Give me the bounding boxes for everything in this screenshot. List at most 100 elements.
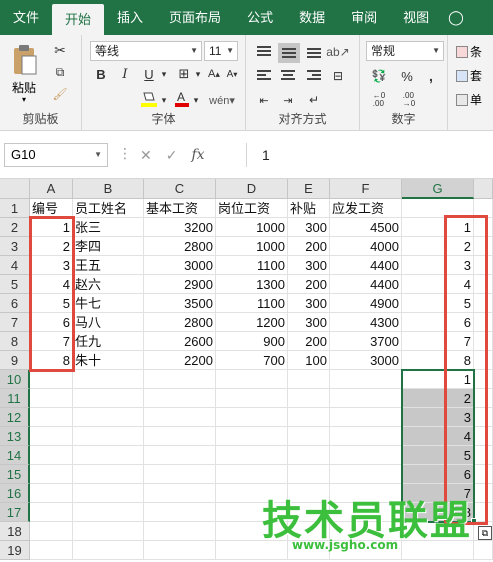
table-cell[interactable]: 4 <box>30 275 73 294</box>
align-middle-icon[interactable] <box>278 43 300 63</box>
header-cell-c[interactable]: 基本工资 <box>144 199 216 218</box>
header-cell-d[interactable]: 岗位工资 <box>216 199 288 218</box>
align-center-icon[interactable] <box>278 67 298 85</box>
g-column-cell[interactable]: 3 <box>402 256 474 275</box>
table-cell[interactable]: 300 <box>288 294 330 313</box>
table-cell[interactable]: 4000 <box>330 237 402 256</box>
bold-button[interactable]: B <box>92 65 110 83</box>
increase-indent-icon[interactable]: ⇥ <box>278 91 298 109</box>
table-cell[interactable]: 2800 <box>144 313 216 332</box>
table-cell[interactable]: 5 <box>30 294 73 313</box>
cell-b15[interactable] <box>73 465 144 484</box>
row-header-11[interactable]: 11 <box>0 389 30 408</box>
header-cell-a[interactable]: 编号 <box>30 199 73 218</box>
row-header-8[interactable]: 8 <box>0 332 30 351</box>
cell-b14[interactable] <box>73 446 144 465</box>
table-cell[interactable]: 300 <box>288 218 330 237</box>
table-cell[interactable]: 张三 <box>73 218 144 237</box>
cell-h10[interactable] <box>474 370 493 389</box>
cell-h3[interactable] <box>474 237 493 256</box>
tab-home[interactable]: 开始 <box>52 4 105 35</box>
cell-b11[interactable] <box>73 389 144 408</box>
row-header-1[interactable]: 1 <box>0 199 30 218</box>
paste-options-icon[interactable]: ⧉ <box>478 526 492 540</box>
table-cell[interactable]: 3000 <box>330 351 402 370</box>
wrap-text-icon[interactable]: ↵ <box>304 91 324 109</box>
cell-a18[interactable] <box>30 522 73 541</box>
cell-a14[interactable] <box>30 446 73 465</box>
cell-c14[interactable] <box>144 446 216 465</box>
cell-e10[interactable] <box>288 370 330 389</box>
orientation-icon[interactable]: ab↗ <box>326 43 349 61</box>
cell-c12[interactable] <box>144 408 216 427</box>
row-header-17[interactable]: 17 <box>0 503 30 522</box>
cell-e14[interactable] <box>288 446 330 465</box>
table-cell[interactable]: 牛七 <box>73 294 144 313</box>
g-column-cell[interactable]: 6 <box>402 313 474 332</box>
row-header-19[interactable]: 19 <box>0 541 30 560</box>
row-header-9[interactable]: 9 <box>0 351 30 370</box>
header-cell-b[interactable]: 员工姓名 <box>73 199 144 218</box>
cell-h6[interactable] <box>474 294 493 313</box>
align-left-icon[interactable] <box>254 67 274 85</box>
g-column-cell[interactable]: 7 <box>402 332 474 351</box>
cell-h12[interactable] <box>474 408 493 427</box>
cell-e15[interactable] <box>288 465 330 484</box>
tab-review[interactable]: 审阅 <box>338 0 390 35</box>
table-cell[interactable]: 3700 <box>330 332 402 351</box>
fill-color-icon[interactable] <box>138 89 160 109</box>
row-header-7[interactable]: 7 <box>0 313 30 332</box>
table-cell[interactable]: 4400 <box>330 275 402 294</box>
conditional-format-button[interactable]: 条 <box>456 43 482 60</box>
g-column-cell[interactable]: 2 <box>402 237 474 256</box>
copy-icon[interactable]: ⧉ <box>50 63 70 81</box>
cell-f12[interactable] <box>330 408 402 427</box>
cell-b18[interactable] <box>73 522 144 541</box>
table-cell[interactable]: 4500 <box>330 218 402 237</box>
cell-e11[interactable] <box>288 389 330 408</box>
font-name-select[interactable]: 等线 ▼ <box>90 41 202 61</box>
row-header-5[interactable]: 5 <box>0 275 30 294</box>
tab-view[interactable]: 视图 <box>390 0 442 35</box>
cell-h16[interactable] <box>474 484 493 503</box>
merge-center-icon[interactable]: ⊟ <box>328 67 348 85</box>
cell-a17[interactable] <box>30 503 73 522</box>
cell-f15[interactable] <box>330 465 402 484</box>
tab-formulas[interactable]: 公式 <box>234 0 286 35</box>
tab-insert[interactable]: 插入 <box>104 0 156 35</box>
fill-color-dropdown-icon[interactable]: ▾ <box>160 91 168 109</box>
table-cell[interactable]: 7 <box>30 332 73 351</box>
table-cell[interactable]: 2800 <box>144 237 216 256</box>
percent-icon[interactable]: % <box>398 67 416 85</box>
table-cell[interactable]: 1000 <box>216 218 288 237</box>
table-cell[interactable]: 200 <box>288 237 330 256</box>
cell-c17[interactable] <box>144 503 216 522</box>
table-cell[interactable]: 3 <box>30 256 73 275</box>
cell-h8[interactable] <box>474 332 493 351</box>
column-header-d[interactable]: D <box>216 179 288 199</box>
table-cell[interactable]: 赵六 <box>73 275 144 294</box>
column-header-a[interactable]: A <box>30 179 73 199</box>
g-column-cell[interactable]: 8 <box>402 351 474 370</box>
font-color-icon[interactable]: A <box>172 89 192 109</box>
column-header-b[interactable]: B <box>73 179 144 199</box>
row-header-4[interactable]: 4 <box>0 256 30 275</box>
g-column-cell[interactable]: 3 <box>402 408 474 427</box>
table-cell[interactable]: 任九 <box>73 332 144 351</box>
cell-h9[interactable] <box>474 351 493 370</box>
cell-h2[interactable] <box>474 218 493 237</box>
row-header-6[interactable]: 6 <box>0 294 30 313</box>
g-column-cell[interactable]: 4 <box>402 427 474 446</box>
currency-icon[interactable]: 💱 <box>368 67 390 85</box>
cell-a12[interactable] <box>30 408 73 427</box>
cell-f11[interactable] <box>330 389 402 408</box>
border-icon[interactable]: ⊞ <box>174 65 194 83</box>
cell-g1[interactable] <box>402 199 474 218</box>
lightbulb-icon[interactable]: ◯ <box>442 0 470 35</box>
cell-h13[interactable] <box>474 427 493 446</box>
cell-c18[interactable] <box>144 522 216 541</box>
cell-a16[interactable] <box>30 484 73 503</box>
cell-h11[interactable] <box>474 389 493 408</box>
table-cell[interactable]: 300 <box>288 256 330 275</box>
cell-d12[interactable] <box>216 408 288 427</box>
